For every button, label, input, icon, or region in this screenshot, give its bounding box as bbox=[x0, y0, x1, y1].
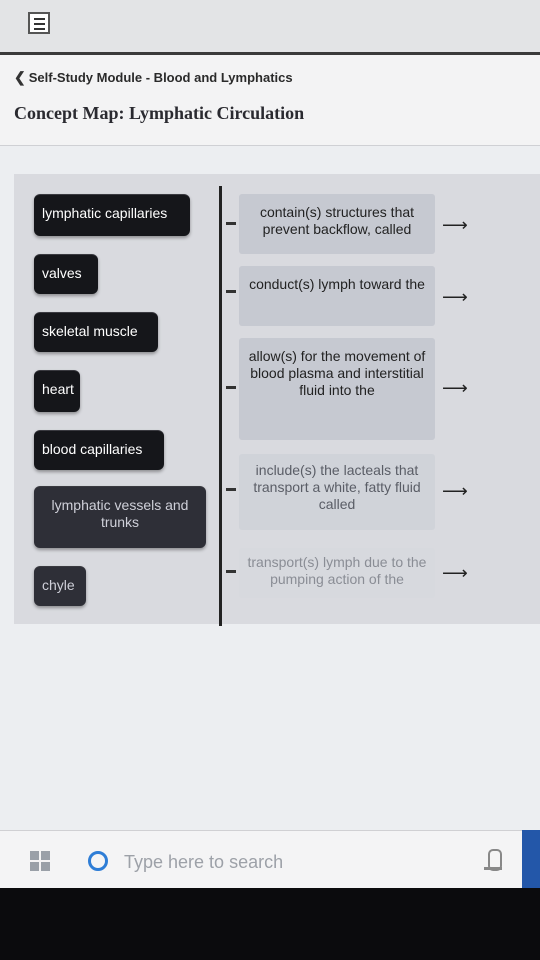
windows-start-icon[interactable] bbox=[30, 851, 50, 871]
term-heart[interactable]: heart bbox=[34, 370, 80, 412]
microphone-stand bbox=[484, 867, 502, 870]
arrow-right-icon: ⟶ bbox=[442, 215, 468, 235]
column-divider bbox=[219, 186, 222, 626]
cortana-circle-icon[interactable] bbox=[88, 851, 108, 871]
drop-slot-4[interactable] bbox=[226, 488, 236, 491]
term-bank: lymphatic capillaries valves skeletal mu… bbox=[14, 174, 219, 624]
description-5: transport(s) lymph due to the pumping ac… bbox=[239, 548, 435, 598]
arrow-right-icon: ⟶ bbox=[442, 563, 468, 583]
concept-map-panel: lymphatic capillaries valves skeletal mu… bbox=[14, 174, 540, 626]
arrow-right-icon: ⟶ bbox=[442, 481, 468, 501]
drop-slot-5[interactable] bbox=[226, 570, 236, 573]
term-valves[interactable]: valves bbox=[34, 254, 98, 294]
hamburger-icon[interactable] bbox=[28, 12, 50, 34]
term-skeletal-muscle[interactable]: skeletal muscle bbox=[34, 312, 158, 352]
drop-slot-2[interactable] bbox=[226, 290, 236, 293]
app-screen: ❮ Self-Study Module - Blood and Lymphati… bbox=[0, 0, 540, 890]
description-2: conduct(s) lymph toward the bbox=[239, 266, 435, 326]
description-column: contain(s) structures that prevent backf… bbox=[224, 174, 540, 624]
arrow-right-icon: ⟶ bbox=[442, 287, 468, 307]
description-1: contain(s) structures that prevent backf… bbox=[239, 194, 435, 254]
breadcrumb[interactable]: ❮ Self-Study Module - Blood and Lymphati… bbox=[14, 69, 293, 86]
drop-slot-1[interactable] bbox=[226, 222, 236, 225]
windows-taskbar: Type here to search bbox=[0, 830, 540, 889]
top-bar bbox=[0, 0, 540, 55]
taskbar-search-input[interactable]: Type here to search bbox=[124, 852, 283, 873]
term-lymphatic-capillaries[interactable]: lymphatic capillaries bbox=[34, 194, 190, 236]
term-blood-capillaries[interactable]: blood capillaries bbox=[34, 430, 164, 470]
taskbar-edge bbox=[522, 830, 540, 888]
page-title: Concept Map: Lymphatic Circulation bbox=[14, 103, 305, 123]
term-lymphatic-vessels-and-trunks[interactable]: lymphatic vessels and trunks bbox=[34, 486, 206, 548]
page-header: ❮ Self-Study Module - Blood and Lymphati… bbox=[0, 55, 540, 146]
chevron-left-icon: ❮ bbox=[14, 69, 26, 85]
bezel bbox=[0, 888, 540, 960]
breadcrumb-label: Self-Study Module - Blood and Lymphatics bbox=[28, 70, 293, 85]
arrow-right-icon: ⟶ bbox=[442, 378, 468, 398]
description-4: include(s) the lacteals that transport a… bbox=[239, 454, 435, 530]
description-3: allow(s) for the movement of blood plasm… bbox=[239, 338, 435, 440]
drop-slot-3[interactable] bbox=[226, 386, 236, 389]
term-chyle[interactable]: chyle bbox=[34, 566, 86, 606]
